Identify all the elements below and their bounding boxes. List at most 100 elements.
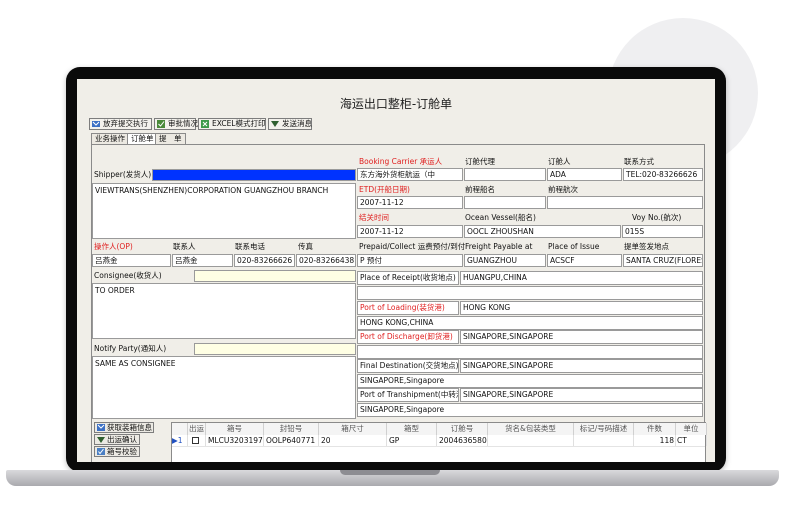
grid-header-seal-no[interactable]: 封铅号 bbox=[264, 423, 319, 435]
grid-header-ship[interactable]: 出运 bbox=[188, 423, 206, 435]
final-destination-field[interactable]: SINGAPORE,SINGAPORE bbox=[460, 359, 703, 373]
contact-method-field[interactable]: TEL:020-83266626 bbox=[623, 168, 703, 181]
port-of-discharge-detail-field[interactable] bbox=[357, 345, 703, 359]
goods-packing-cell[interactable] bbox=[488, 435, 574, 446]
etd-label: ETD(开船日期) bbox=[359, 185, 410, 194]
toolbar-label: 放弃提交执行 bbox=[103, 119, 148, 128]
port-of-loading-label-cell: Port of Loading(装货港) bbox=[357, 301, 459, 315]
side-button-label: 出运确认 bbox=[107, 435, 137, 444]
fetch-icon bbox=[97, 424, 105, 431]
freight-payable-field[interactable]: GUANGZHOU bbox=[464, 254, 546, 267]
port-of-discharge-field[interactable]: SINGAPORE,SINGAPORE bbox=[460, 330, 703, 344]
grid-header-container-type[interactable]: 箱型 bbox=[387, 423, 437, 435]
port-of-transhipment-detail-field[interactable]: SINGAPORE,Singapore bbox=[357, 403, 703, 417]
place-of-receipt-detail-field[interactable] bbox=[357, 286, 703, 300]
consignee-label: Consignee(收货人) bbox=[94, 271, 162, 280]
grid-header-qty[interactable]: 件数 bbox=[634, 423, 676, 435]
contact-phone-label: 联系电话 bbox=[235, 242, 265, 251]
consignee-address-text: TO ORDER bbox=[95, 286, 135, 295]
final-destination-detail-field[interactable]: SINGAPORE,Singapore bbox=[357, 374, 703, 388]
shipper-label: Shipper(发货人) bbox=[94, 170, 152, 179]
notify-party-code-field[interactable] bbox=[194, 343, 356, 355]
container-no-check-button[interactable]: 箱号校验 bbox=[94, 446, 140, 457]
side-button-label: 获取装箱信息 bbox=[107, 423, 152, 432]
place-of-issue-field[interactable]: ACSCF bbox=[547, 254, 622, 267]
notify-party-label: Notify Party(通知人) bbox=[94, 344, 167, 353]
contact-phone-field[interactable]: 020-83266626 bbox=[234, 254, 295, 267]
shipment-confirm-button[interactable]: 出运确认 bbox=[94, 434, 140, 445]
contact-person-field[interactable]: 吕燕金 bbox=[172, 254, 233, 267]
confirm-icon bbox=[97, 437, 105, 443]
prepaid-collect-field[interactable]: P 预付 bbox=[357, 254, 463, 267]
excel-print-button[interactable]: EXCEL模式打印 bbox=[198, 118, 266, 130]
ship-checkbox[interactable] bbox=[192, 437, 199, 444]
booking-no-cell[interactable]: 2004636580 bbox=[437, 435, 488, 446]
prev-voyage-label: 前程航次 bbox=[548, 185, 578, 194]
check-icon bbox=[97, 448, 105, 455]
grid-header-unit[interactable]: 单位 bbox=[676, 423, 707, 435]
booking-agent-field[interactable] bbox=[464, 168, 546, 181]
consignee-code-field[interactable] bbox=[194, 270, 356, 282]
window-title: 海运出口整柜-订舱单 bbox=[339, 97, 453, 111]
port-of-transhipment-field[interactable]: SINGAPORE,SINGAPORE bbox=[460, 388, 703, 402]
notify-party-address-text: SAME AS CONSIGNEE bbox=[95, 359, 176, 368]
container-size-cell[interactable]: 20 bbox=[319, 435, 387, 446]
grid-corner bbox=[172, 423, 188, 435]
unit-cell[interactable]: CT bbox=[676, 435, 707, 446]
approval-status-button[interactable]: 审批情况 bbox=[154, 118, 198, 130]
seal-no-cell[interactable]: OOLP640771 bbox=[264, 435, 319, 446]
shipper-code-field[interactable] bbox=[152, 169, 356, 181]
marks-cell[interactable] bbox=[574, 435, 634, 446]
grid-header-marks[interactable]: 标记/号码描述 bbox=[574, 423, 634, 435]
consignee-address-area[interactable]: TO ORDER bbox=[92, 283, 356, 339]
send-icon bbox=[92, 121, 100, 127]
fax-field[interactable]: 020-83266438 bbox=[296, 254, 356, 267]
row-indicator: ▶1 bbox=[172, 435, 188, 446]
bl-sign-place-label: 提单签发地点 bbox=[624, 242, 669, 251]
prev-vessel-field[interactable] bbox=[464, 196, 546, 209]
place-of-receipt-field[interactable]: HUANGPU,CHINA bbox=[460, 271, 703, 285]
contact-method-label: 联系方式 bbox=[624, 157, 654, 166]
cutoff-time-label: 结关时间 bbox=[359, 213, 389, 222]
notify-party-address-area[interactable]: SAME AS CONSIGNEE bbox=[92, 356, 356, 419]
grid-header-container-size[interactable]: 箱尺寸 bbox=[319, 423, 387, 435]
container-no-cell[interactable]: MLCU3203197 bbox=[206, 435, 264, 446]
grid-header-booking-no[interactable]: 订舱号 bbox=[437, 423, 488, 435]
grid-header-container-no[interactable]: 箱号 bbox=[206, 423, 264, 435]
grid-header-goods-packing[interactable]: 货名&包装类型 bbox=[488, 423, 574, 435]
place-of-receipt-label-cell: Place of Receipt(收货地点) bbox=[357, 271, 459, 285]
ocean-vessel-label: Ocean Vessel(船名) bbox=[465, 213, 536, 222]
toolbar-label: 发送消息 bbox=[282, 119, 312, 128]
bl-sign-place-field[interactable]: SANTA CRUZ(FLORES bbox=[623, 254, 703, 267]
qty-cell[interactable]: 118 bbox=[634, 435, 676, 446]
tab-bill-of-lading[interactable]: 提 单 bbox=[155, 133, 186, 144]
port-of-transhipment-label-cell: Port of Transhipment(中转港) bbox=[357, 388, 459, 402]
booking-carrier-field[interactable]: 东方海外货柜航运（中 bbox=[357, 168, 463, 181]
container-grid: 出运 箱号 封铅号 箱尺寸 箱型 订舱号 货名&包装类型 标记/号码描述 件数 … bbox=[171, 422, 707, 462]
etd-field[interactable]: 2007-11-12 bbox=[357, 196, 463, 209]
voyage-no-field[interactable]: 015S bbox=[622, 225, 703, 238]
port-of-loading-field[interactable]: HONG KONG bbox=[460, 301, 703, 315]
ship-checkbox-cell[interactable] bbox=[188, 435, 206, 446]
contact-person-label: 联系人 bbox=[173, 242, 196, 251]
port-of-loading-detail-field[interactable]: HONG KONG,CHINA bbox=[357, 316, 703, 330]
prev-voyage-field[interactable] bbox=[547, 196, 703, 209]
send-message-button[interactable]: 发送消息 bbox=[268, 118, 312, 130]
shipper-address-text: VIEWTRANS(SHENZHEN)CORPORATION GUANGZHOU… bbox=[95, 186, 329, 195]
final-destination-label-cell: Final Destination(交货地点) bbox=[357, 359, 459, 373]
booker-label: 订舱人 bbox=[548, 157, 571, 166]
container-type-cell[interactable]: GP bbox=[387, 435, 437, 446]
cutoff-time-field[interactable]: 2007-11-12 bbox=[357, 225, 463, 238]
booker-field[interactable]: ADA bbox=[547, 168, 622, 181]
booking-agent-label: 订舱代理 bbox=[465, 157, 495, 166]
booking-form-panel: Booking Carrier 承运人 订舱代理 订舱人 联系方式 Shippe… bbox=[91, 144, 707, 462]
tab-booking-sheet[interactable]: 订舱单 bbox=[127, 133, 158, 144]
submit-execute-button[interactable]: 放弃提交执行 bbox=[89, 118, 152, 130]
ocean-vessel-field[interactable]: OOCL ZHOUSHAN bbox=[464, 225, 621, 238]
fetch-packing-info-button[interactable]: 获取装箱信息 bbox=[94, 422, 154, 433]
shipper-address-area[interactable]: VIEWTRANS(SHENZHEN)CORPORATION GUANGZHOU… bbox=[92, 183, 356, 239]
tab-business-operation[interactable]: 业务操作 bbox=[91, 133, 129, 144]
operator-field[interactable]: 吕燕金 bbox=[92, 254, 171, 267]
approve-icon bbox=[157, 120, 165, 128]
prev-vessel-label: 前程船名 bbox=[465, 185, 495, 194]
